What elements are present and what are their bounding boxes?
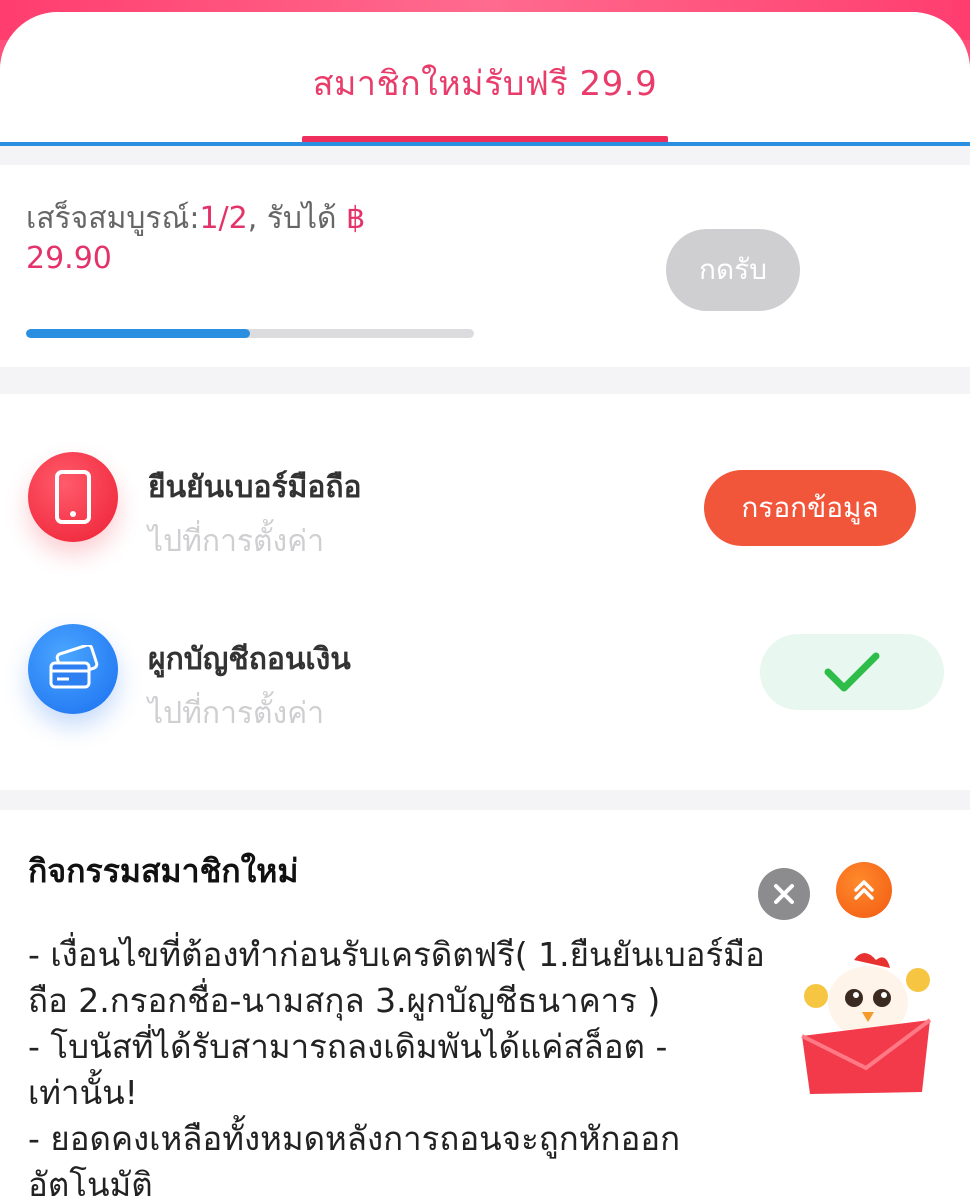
tab-new-member[interactable]: สมาชิกใหม่รับฟรี 29.9 [0,56,970,110]
progress-bar [26,329,474,338]
progress-card: เสร็จสมบูรณ์:1/2, รับได้ ฿ 29.90 กดรับ [0,165,970,367]
progress-bar-fill [26,329,250,338]
task-title: ผูกบัญชีถอนเงิน [148,642,351,677]
task-verify-phone: ยืนยันเบอร์มือถือ ไปที่การตั้งค่า กรอกข้… [0,432,970,562]
task-list: ยืนยันเบอร์มือถือ ไปที่การตั้งค่า กรอกข้… [0,394,970,790]
task-subtitle[interactable]: ไปที่การตั้งค่า [148,690,324,737]
bank-card-icon [28,624,118,714]
progress-prefix: เสร็จสมบูรณ์: [26,201,200,236]
tab-bar: สมาชิกใหม่รับฟรี 29.9 [0,12,970,143]
check-icon [824,652,880,692]
progress-summary: เสร็จสมบูรณ์:1/2, รับได้ ฿ 29.90 [26,199,466,279]
task-done-badge [760,634,944,710]
phone-icon [28,452,118,542]
tab-bar-divider [0,142,970,146]
close-icon[interactable] [758,868,810,920]
progress-middle: , รับได้ [247,201,347,236]
fill-info-button[interactable]: กรอกข้อมูล [704,470,916,546]
rules-body: - เงื่อนไขที่ต้องทำก่อนรับเครดิตฟรี( 1.ย… [28,935,765,1200]
task-bind-bank: ผูกบัญชีถอนเงิน ไปที่การตั้งค่า [0,604,970,734]
task-subtitle[interactable]: ไปที่การตั้งค่า [148,518,324,565]
rooster-red-envelope-icon[interactable] [796,950,936,1096]
claim-button[interactable]: กดรับ [666,229,800,311]
rules-title: กิจกรรมสมาชิกใหม่ [28,852,299,890]
task-title: ยืนยันเบอร์มือถือ [148,470,362,505]
double-chevron-up-icon[interactable] [836,862,892,918]
currency-symbol: ฿ [346,201,366,236]
reward-amount: 29.90 [26,241,112,276]
progress-count: 1/2 [199,201,248,236]
